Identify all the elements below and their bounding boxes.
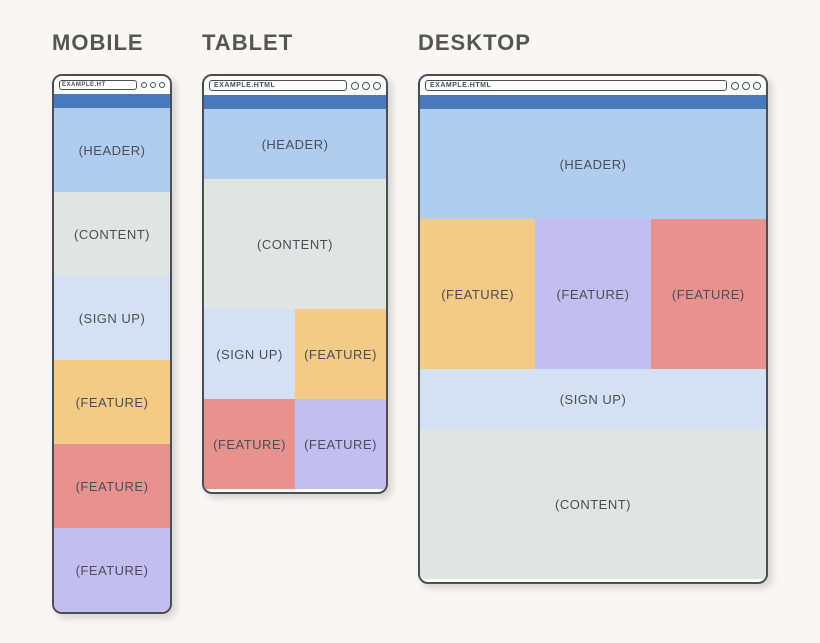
desktop-layout: DESKTOP EXAMPLE.HTML (HEADER) (FEATURE) …	[418, 30, 768, 584]
window-dot-icon	[159, 82, 165, 88]
url-bar: EXAMPLE.HTML	[425, 80, 727, 91]
window-dot-icon	[753, 82, 761, 90]
window-dot-icon	[141, 82, 147, 88]
feature-section: (FEATURE)	[295, 309, 386, 399]
browser-chrome: EXAMPLE.HTML	[420, 76, 766, 95]
window-dot-icon	[373, 82, 381, 90]
url-bar: EXAMPLE.HT	[59, 80, 137, 90]
window-controls	[351, 82, 381, 90]
content-section: (CONTENT)	[204, 179, 386, 309]
feature-section: (FEATURE)	[295, 399, 386, 489]
window-controls	[141, 82, 165, 88]
nav-bar	[420, 95, 766, 109]
feature-section: (FEATURE)	[54, 444, 170, 528]
signup-section: (SIGN UP)	[204, 309, 295, 399]
tablet-frame: EXAMPLE.HTML (HEADER) (CONTENT) (SIGN UP…	[202, 74, 388, 494]
tablet-layout: TABLET EXAMPLE.HTML (HEADER) (CONTENT) (…	[202, 30, 388, 494]
feature-section: (FEATURE)	[204, 399, 295, 489]
header-section: (HEADER)	[54, 108, 170, 192]
mobile-frame: EXAMPLE.HT (HEADER) (CONTENT) (SIGN UP) …	[52, 74, 172, 614]
mobile-label: MOBILE	[52, 30, 172, 56]
window-dot-icon	[150, 82, 156, 88]
window-dot-icon	[742, 82, 750, 90]
feature-section: (FEATURE)	[651, 219, 766, 369]
content-section: (CONTENT)	[54, 192, 170, 276]
header-section: (HEADER)	[420, 109, 766, 219]
feature-section: (FEATURE)	[54, 528, 170, 612]
content-section: (CONTENT)	[420, 429, 766, 579]
window-dot-icon	[731, 82, 739, 90]
browser-chrome: EXAMPLE.HTML	[204, 76, 386, 95]
nav-bar	[204, 95, 386, 109]
feature-section: (FEATURE)	[535, 219, 650, 369]
browser-chrome: EXAMPLE.HT	[54, 76, 170, 94]
window-controls	[731, 82, 761, 90]
signup-section: (SIGN UP)	[54, 276, 170, 360]
feature-section: (FEATURE)	[420, 219, 535, 369]
mobile-layout: MOBILE EXAMPLE.HT (HEADER) (CONTENT) (SI…	[52, 30, 172, 614]
header-section: (HEADER)	[204, 109, 386, 179]
feature-section: (FEATURE)	[54, 360, 170, 444]
desktop-label: DESKTOP	[418, 30, 768, 56]
desktop-frame: EXAMPLE.HTML (HEADER) (FEATURE) (FEATURE…	[418, 74, 768, 584]
signup-section: (SIGN UP)	[420, 369, 766, 429]
tablet-label: TABLET	[202, 30, 388, 56]
window-dot-icon	[351, 82, 359, 90]
nav-bar	[54, 94, 170, 108]
url-bar: EXAMPLE.HTML	[209, 80, 347, 91]
window-dot-icon	[362, 82, 370, 90]
